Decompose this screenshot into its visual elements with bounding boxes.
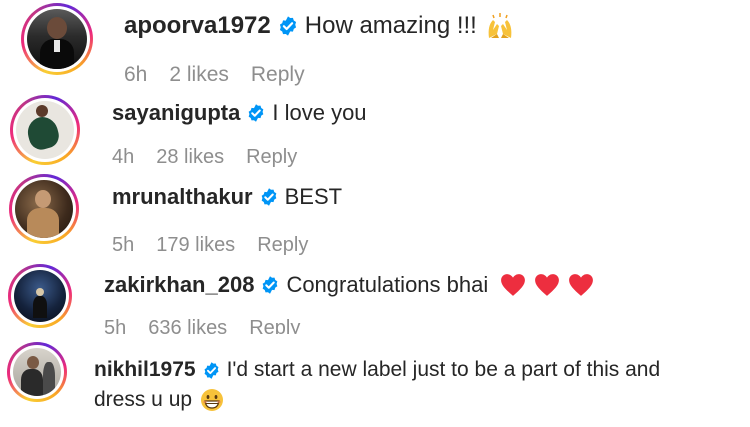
- timestamp: 5h: [104, 316, 127, 335]
- avatar[interactable]: [21, 3, 93, 75]
- reply-button[interactable]: Reply: [249, 317, 300, 335]
- red-heart-icon: [569, 274, 594, 296]
- reply-button[interactable]: Reply: [251, 63, 305, 87]
- likes-count[interactable]: 28 likes: [156, 146, 224, 169]
- verified-badge-icon: [279, 16, 296, 36]
- comment-row: apoorva1972 How amazing !!!: [124, 10, 515, 42]
- avatar[interactable]: [10, 95, 80, 165]
- avatar-photo: [14, 270, 66, 322]
- comment-sayanigupta: sayanigupta I love you 4h 28 likes Reply: [0, 92, 750, 170]
- red-heart-icon: [535, 274, 560, 296]
- comment-meta: 4h 28 likes Reply: [112, 145, 319, 169]
- likes-count[interactable]: 179 likes: [156, 234, 235, 257]
- avatar-photo: [13, 348, 61, 396]
- timestamp: 4h: [112, 145, 135, 168]
- comment-text: How amazing !!!: [304, 12, 477, 39]
- reply-button[interactable]: Reply: [246, 146, 297, 169]
- comment-row: mrunalthakur BEST: [112, 182, 342, 212]
- timestamp: 6h: [124, 63, 148, 86]
- comment-meta: 5h 636 likes Reply: [104, 316, 322, 335]
- raising-hands-icon: [488, 13, 512, 38]
- comment-text: BEST: [284, 184, 343, 209]
- comment-row: zakirkhan_208 Congratulations bhai: [104, 270, 594, 300]
- likes-count[interactable]: 2 likes: [169, 63, 229, 87]
- comment-row-continued: dress u up: [94, 386, 224, 414]
- avatar[interactable]: [7, 342, 67, 402]
- grinning-face-icon: [201, 389, 224, 411]
- avatar-photo: [27, 9, 87, 69]
- verified-badge-icon: [249, 104, 264, 122]
- username[interactable]: apoorva1972: [124, 12, 271, 40]
- username[interactable]: sayanigupta: [112, 100, 240, 126]
- red-heart-icon: [501, 274, 526, 296]
- avatar-photo: [16, 101, 74, 159]
- username[interactable]: mrunalthakur: [112, 184, 253, 210]
- comment-nikhil1975: nikhil1975 I'd start a new label just to…: [0, 334, 750, 427]
- comment-apoorva1972: apoorva1972 How amazing !!! 6h 2 likes R…: [0, 0, 750, 92]
- username[interactable]: nikhil1975: [94, 358, 196, 382]
- timestamp: 5h: [112, 233, 135, 256]
- likes-count[interactable]: 636 likes: [148, 317, 227, 335]
- comment-row: sayanigupta I love you: [112, 98, 367, 128]
- avatar-photo: [15, 180, 73, 238]
- comment-row: nikhil1975 I'd start a new label just to…: [94, 356, 660, 384]
- avatar[interactable]: [9, 174, 79, 244]
- comment-meta: 6h 2 likes Reply: [124, 62, 327, 88]
- comment-text: I'd start a new label just to be a part …: [226, 358, 661, 381]
- comment-text: dress u up: [94, 388, 193, 411]
- verified-badge-icon: [261, 188, 276, 206]
- verified-badge-icon: [263, 276, 278, 294]
- comment-meta: 5h 179 likes Reply: [112, 233, 330, 257]
- avatar[interactable]: [8, 264, 72, 328]
- comment-zakirkhan-208: zakirkhan_208 Congratulations bhai 5h 63…: [0, 262, 750, 334]
- username[interactable]: zakirkhan_208: [104, 272, 254, 298]
- reply-button[interactable]: Reply: [257, 234, 308, 257]
- verified-badge-icon: [204, 361, 219, 379]
- comment-text: Congratulations bhai: [286, 272, 489, 297]
- comment-mrunalthakur: mrunalthakur BEST 5h 179 likes Reply: [0, 170, 750, 262]
- comment-text: I love you: [272, 100, 367, 125]
